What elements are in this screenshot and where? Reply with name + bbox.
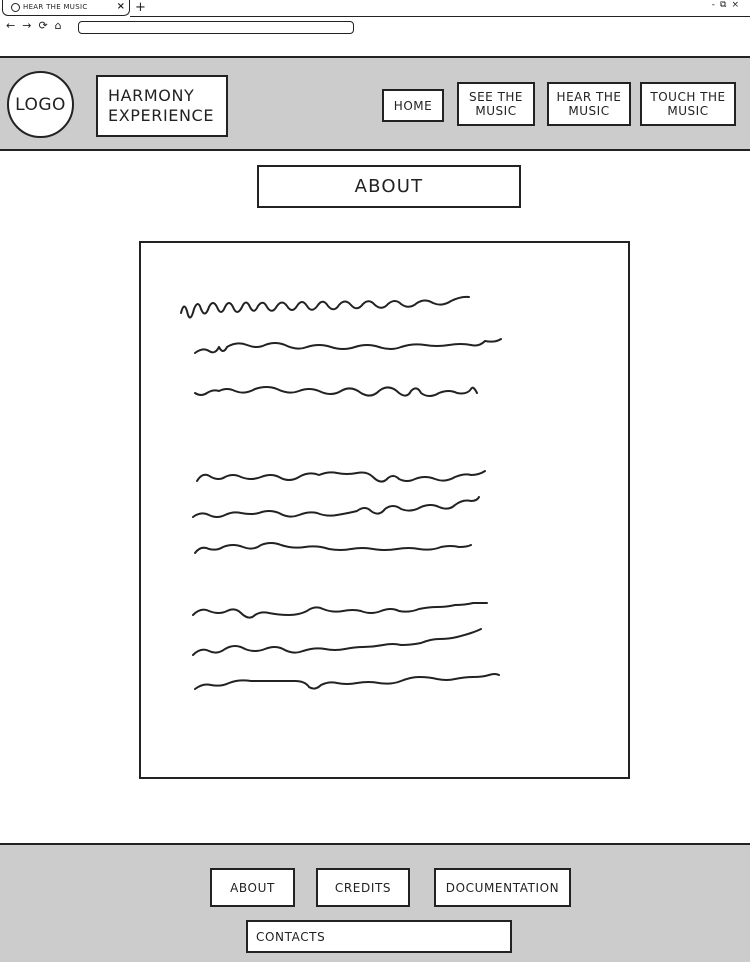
scribble-line [192, 602, 488, 619]
page-title-text: ABOUT [354, 176, 424, 197]
tab-title: HEAR THE MUSIC [23, 3, 88, 11]
nav-see-label-line2: MUSIC [475, 104, 517, 118]
scribble-line [194, 673, 500, 690]
footer-about-label: ABOUT [230, 880, 275, 895]
page-title: ABOUT [257, 165, 521, 208]
nav-touch-label-line2: MUSIC [667, 104, 709, 118]
site-name-line1: HARMONY [108, 86, 195, 105]
site-footer: ABOUT CREDITS DOCUMENTATION CONTACTS [0, 843, 750, 962]
reload-icon[interactable]: ⟳ [38, 19, 47, 33]
window-controls: - ⧉ × [712, 0, 744, 10]
scribble-line [192, 496, 480, 518]
footer-credits-link[interactable]: CREDITS [316, 868, 410, 907]
nav-home-label: HOME [393, 98, 433, 113]
footer-contacts-label: CONTACTS [256, 929, 326, 944]
new-tab-button[interactable]: + [135, 0, 146, 16]
logo[interactable]: LOGO [7, 71, 74, 138]
home-icon[interactable]: ⌂ [55, 19, 62, 33]
about-content-box [139, 241, 630, 779]
scribble-line [196, 470, 486, 483]
nav-hear-label-line2: MUSIC [568, 104, 610, 118]
page: HEAR THE MUSIC × + - ⧉ × ← → ⟳ ⌂ LOGO HA… [0, 0, 750, 962]
footer-about-link[interactable]: ABOUT [210, 868, 295, 907]
logo-text: LOGO [15, 94, 66, 115]
scribble-line [194, 338, 502, 354]
browser-chrome: HEAR THE MUSIC × + - ⧉ × ← → ⟳ ⌂ [0, 0, 750, 56]
scribble-line [194, 386, 478, 397]
site-name-line2: EXPERIENCE [108, 106, 215, 125]
restore-icon[interactable]: ⧉ [720, 0, 731, 10]
nav-see-the-music-button[interactable]: SEE THE MUSIC [457, 82, 535, 126]
nav-hear-label-line1: HEAR THE [556, 90, 622, 104]
address-bar[interactable] [78, 21, 354, 34]
footer-credits-label: CREDITS [334, 880, 392, 895]
nav-home-button[interactable]: HOME [382, 89, 444, 122]
browser-nav-icons: ← → ⟳ ⌂ [6, 19, 62, 33]
minimize-icon[interactable]: - [712, 0, 720, 10]
scribble-line [192, 628, 482, 656]
forward-icon[interactable]: → [22, 19, 31, 33]
close-window-icon[interactable]: × [731, 0, 744, 10]
nav-touch-label-line1: TOUCH THE [650, 90, 726, 104]
nav-see-label-line1: SEE THE [468, 90, 524, 104]
scribble-line [194, 542, 472, 554]
tab-close-icon[interactable]: × [117, 1, 125, 12]
tab-favicon-icon [11, 3, 20, 12]
nav-hear-the-music-button[interactable]: HEAR THE MUSIC [547, 82, 631, 126]
footer-contacts-link[interactable]: CONTACTS [246, 920, 512, 953]
footer-documentation-label: DOCUMENTATION [445, 880, 560, 895]
scribble-line [180, 295, 470, 319]
browser-tab[interactable]: HEAR THE MUSIC × [2, 0, 130, 16]
site-header: LOGO HARMONY EXPERIENCE HOME SEE THE MUS… [0, 56, 750, 151]
footer-documentation-link[interactable]: DOCUMENTATION [434, 868, 571, 907]
site-name: HARMONY EXPERIENCE [96, 75, 228, 137]
nav-touch-the-music-button[interactable]: TOUCH THE MUSIC [640, 82, 736, 126]
back-icon[interactable]: ← [6, 19, 15, 33]
tab-strip-divider [130, 16, 750, 17]
scribble-text-placeholder-icon [180, 295, 502, 690]
